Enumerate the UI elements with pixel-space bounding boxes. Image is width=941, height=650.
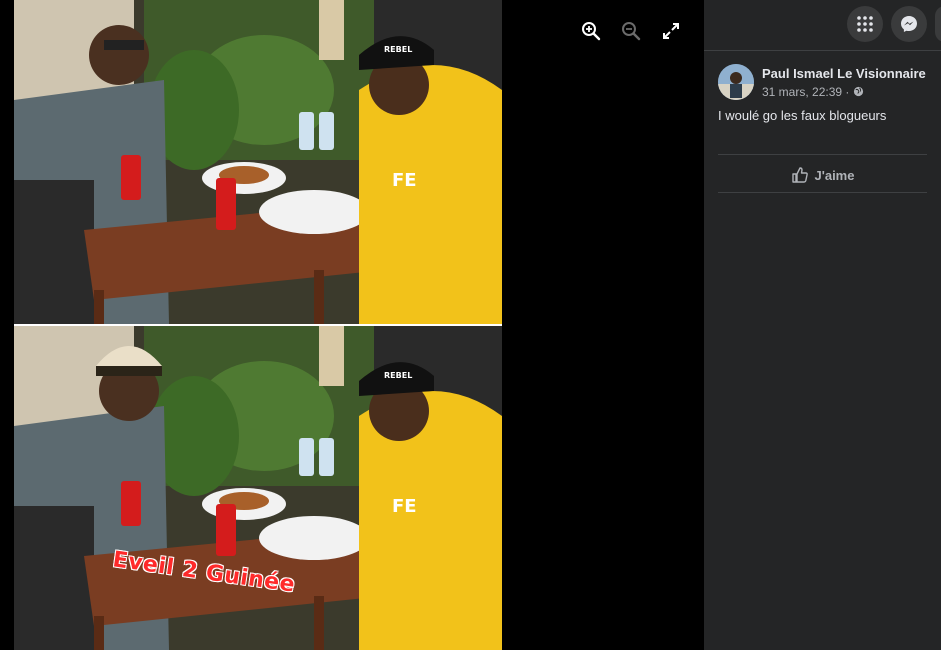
- actions-separator-bottom: [718, 192, 927, 193]
- hoodie-text-top: FE: [392, 170, 417, 191]
- actions-separator-top: [718, 154, 927, 155]
- photo-panel-bottom: REBEL FE: [14, 326, 502, 650]
- globe-icon: [854, 86, 864, 97]
- post-timestamp[interactable]: 31 mars, 22:39 ·: [762, 85, 849, 99]
- zoom-out-icon: [622, 22, 641, 41]
- cap-text-top: REBEL: [384, 45, 412, 54]
- like-label: J'aime: [814, 167, 855, 183]
- post-timestamp-row: 31 mars, 22:39 ·: [762, 85, 926, 99]
- apps-grid-icon: [857, 16, 873, 32]
- fullscreen-button[interactable]: [658, 18, 684, 44]
- thumbs-up-icon: [791, 167, 808, 183]
- post-header: Paul Ismael Le Visionnaire 31 mars, 22:3…: [718, 64, 926, 100]
- viewer-toolbar: [578, 18, 684, 44]
- author-avatar[interactable]: [718, 64, 754, 100]
- fullscreen-icon: [663, 23, 679, 39]
- post-sidebar: Paul Ismael Le Visionnaire 31 mars, 22:3…: [704, 0, 941, 650]
- like-button[interactable]: J'aime: [718, 160, 927, 190]
- post-text: I woulé go les faux blogueurs: [718, 108, 887, 123]
- zoom-in-icon: [582, 22, 601, 41]
- post-photo[interactable]: REBEL FE REBEL FE Eveil 2 Guinée: [14, 0, 502, 650]
- messenger-icon: [901, 16, 917, 32]
- zoom-out-button[interactable]: [618, 18, 644, 44]
- messenger-button[interactable]: [891, 6, 927, 42]
- header-separator: [704, 50, 941, 51]
- apps-menu-button[interactable]: [847, 6, 883, 42]
- post-meta: Paul Ismael Le Visionnaire 31 mars, 22:3…: [762, 66, 926, 99]
- author-name[interactable]: Paul Ismael Le Visionnaire: [762, 66, 926, 81]
- photo-viewer: REBEL FE REBEL FE Eveil 2 Guinée: [0, 0, 704, 650]
- hoodie-text-bottom: FE: [392, 496, 417, 517]
- top-actions: [847, 6, 941, 42]
- cap-text-bottom: REBEL: [384, 371, 412, 380]
- zoom-in-button[interactable]: [578, 18, 604, 44]
- photo-panel-top: REBEL FE: [14, 0, 502, 324]
- notifications-button[interactable]: [935, 6, 941, 42]
